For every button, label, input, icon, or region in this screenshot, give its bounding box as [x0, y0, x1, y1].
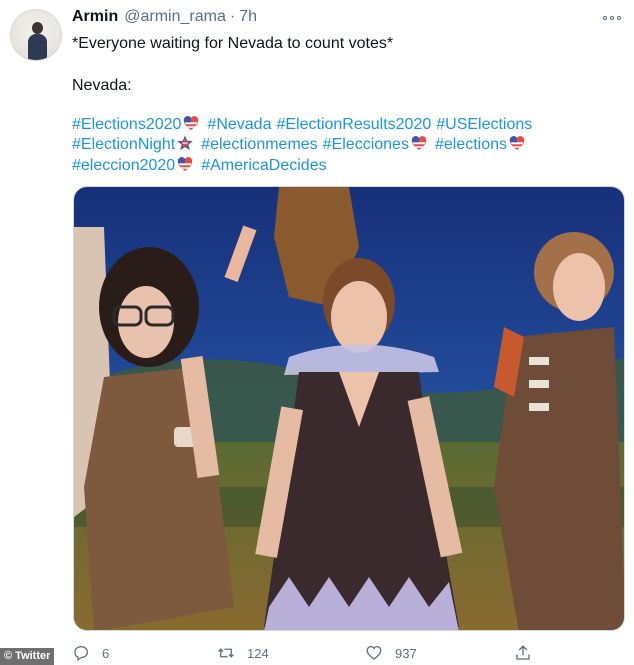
usa-heart-icon	[411, 136, 427, 150]
retweet-icon	[218, 648, 234, 658]
tweet-card: Armin @armin_rama · 7h *Everyone waiting…	[0, 0, 634, 665]
hashtag-text: #eleccion2020	[72, 157, 176, 174]
separator-dot: ·	[229, 8, 236, 25]
hashtag-row: #eleccion2020 #AmericaDecides	[72, 155, 572, 176]
tweet-actions: 6 124 937	[72, 644, 632, 664]
reply-button[interactable]: 6	[72, 644, 109, 662]
share-button[interactable]	[514, 644, 532, 662]
usa-heart-icon	[509, 136, 525, 150]
hashtag-text: #Elections2020	[72, 116, 182, 133]
more-options-icon[interactable]	[600, 10, 624, 26]
hashtag-row: #ElectionNight #electionmemes #Elecciones #…	[72, 134, 572, 155]
timestamp[interactable]: 7h	[239, 8, 257, 26]
hashtag-link[interactable]: #electionmemes	[201, 136, 318, 153]
hashtag-text: #ElectionNight	[72, 136, 176, 153]
hashtag-link[interactable]: #elections	[435, 136, 527, 153]
avatar-figure-head	[32, 22, 43, 34]
like-count: 937	[395, 645, 417, 661]
dancer-center-face	[331, 281, 387, 353]
hashtag-link[interactable]: #ElectionNight	[72, 135, 195, 153]
more-dot	[617, 16, 621, 20]
hashtag-link[interactable]: #ElectionResults2020	[276, 116, 431, 133]
retweet-count: 124	[247, 645, 269, 661]
hashtag-text: #AmericaDecides	[201, 157, 327, 174]
user-handle[interactable]: @armin_rama	[124, 8, 226, 26]
hashtag-link[interactable]: #Elections2020	[72, 116, 201, 133]
usa-heart-icon	[184, 116, 199, 130]
tweet-header: Armin @armin_rama · 7h	[72, 8, 257, 28]
display-name[interactable]: Armin	[72, 8, 118, 26]
dancer-right-face	[553, 253, 605, 321]
hashtag-text: #elections	[434, 136, 507, 153]
reply-count: 6	[102, 645, 110, 661]
more-dot	[610, 16, 614, 20]
tweet-text-line: Nevada:	[72, 77, 132, 94]
more-dot	[603, 16, 607, 20]
hashtag-text: #USElections	[436, 116, 533, 133]
reply-icon	[74, 645, 89, 662]
share-icon	[516, 645, 530, 660]
hashtag-row: #Elections2020 #Nevada #ElectionResults202…	[72, 114, 572, 135]
hashtag-link[interactable]: #Nevada	[207, 116, 271, 133]
hashtag-link[interactable]: #USElections	[436, 116, 532, 133]
retweet-button[interactable]: 124	[217, 644, 269, 662]
usa-star-icon	[177, 135, 193, 150]
usa-heart-icon	[178, 157, 193, 171]
hashtag-text: #Nevada	[207, 116, 272, 133]
media-video[interactable]	[73, 186, 625, 631]
image-credit: © Twitter	[0, 648, 55, 665]
heart-icon	[366, 645, 382, 660]
media-scene	[74, 187, 624, 630]
avatar-figure-body	[28, 34, 47, 60]
hashtag-text: #Elecciones	[322, 136, 409, 153]
like-button[interactable]: 937	[365, 644, 417, 662]
hashtag-text: #ElectionResults2020	[276, 116, 432, 133]
hashtag-link[interactable]: #AmericaDecides	[201, 157, 326, 174]
hashtag-link[interactable]: #Elecciones	[323, 136, 429, 153]
tweet-text-line: *Everyone waiting for Nevada to count vo…	[72, 35, 394, 52]
hashtag-text: #electionmemes	[201, 136, 318, 153]
avatar[interactable]	[10, 9, 62, 61]
hashtag-link[interactable]: #eleccion2020	[72, 157, 195, 174]
